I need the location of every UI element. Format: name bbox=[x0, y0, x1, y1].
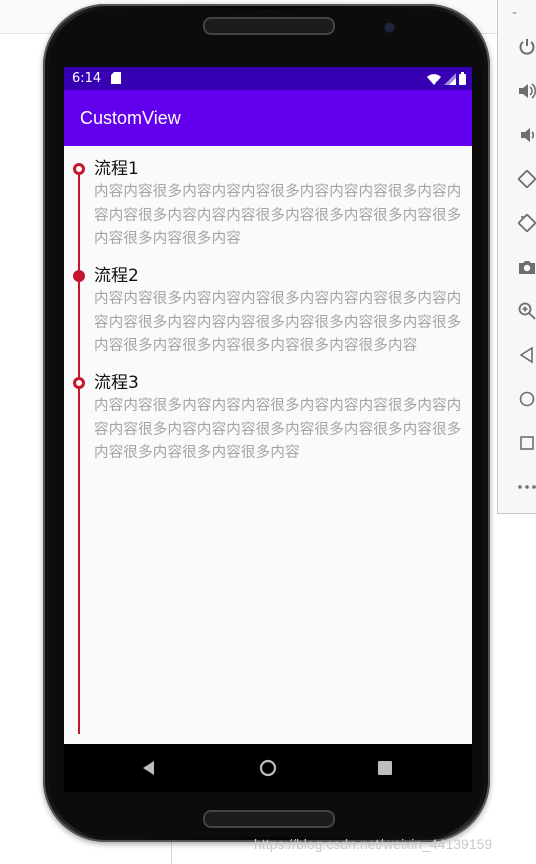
app-title: CustomView bbox=[80, 108, 181, 128]
back-triangle-icon bbox=[143, 761, 154, 775]
rotate-right-icon[interactable] bbox=[516, 212, 536, 234]
home-circle-icon bbox=[259, 759, 277, 777]
zoom-icon[interactable] bbox=[516, 300, 536, 322]
emulator-toolbar: - bbox=[497, 0, 536, 514]
wifi-icon bbox=[427, 74, 441, 85]
more-icon[interactable] bbox=[516, 476, 536, 498]
status-icons bbox=[427, 72, 466, 85]
step-content: 内容内容很多内容内容内容很多内容内容内容很多内容内容内容很多内容内容内容很多内容… bbox=[94, 291, 462, 354]
phone-screen: 6:14 CustomView 流程1 内容内容很多内容内容内容很多内容内容内容… bbox=[64, 67, 472, 744]
overview-square-icon bbox=[378, 761, 392, 775]
camera-icon[interactable] bbox=[516, 256, 536, 278]
signal-icon bbox=[444, 73, 456, 85]
sd-card-icon bbox=[111, 72, 121, 84]
battery-icon bbox=[459, 72, 466, 85]
front-camera-icon bbox=[385, 23, 394, 32]
watermark: https://blog.csdn.net/weixin_44139159 bbox=[254, 836, 493, 852]
home-icon[interactable] bbox=[516, 388, 536, 410]
status-bar: 6:14 bbox=[64, 67, 472, 90]
top-speaker bbox=[203, 17, 335, 35]
step-title: 流程2 bbox=[94, 266, 139, 286]
app-bar: CustomView bbox=[64, 90, 472, 146]
nav-home-button[interactable] bbox=[256, 756, 280, 780]
volume-up-icon[interactable] bbox=[516, 80, 536, 102]
volume-down-icon[interactable] bbox=[516, 124, 536, 146]
step-title: 流程1 bbox=[94, 159, 139, 179]
rotate-left-icon[interactable] bbox=[516, 168, 536, 190]
status-time: 6:14 bbox=[72, 71, 102, 86]
power-icon[interactable] bbox=[516, 36, 536, 58]
minimize-button[interactable]: - bbox=[512, 6, 517, 20]
editor-divider bbox=[171, 840, 172, 864]
timeline-marker-hollow bbox=[73, 377, 85, 389]
step-title: 流程3 bbox=[94, 373, 139, 393]
timeline-line bbox=[78, 171, 80, 734]
step-content: 内容内容很多内容内容内容很多内容内容内容很多内容内容内容很多内容内容内容很多内容… bbox=[94, 184, 462, 247]
timeline-marker-filled bbox=[73, 270, 85, 282]
nav-overview-button[interactable] bbox=[373, 756, 397, 780]
navigation-bar bbox=[64, 744, 472, 792]
timeline-marker-hollow bbox=[73, 163, 85, 175]
step-content: 内容内容很多内容内容内容很多内容内容内容很多内容内容内容很多内容内容内容很多内容… bbox=[94, 398, 462, 461]
overview-icon[interactable] bbox=[516, 432, 536, 454]
back-icon[interactable] bbox=[516, 344, 536, 366]
nav-back-button[interactable] bbox=[137, 756, 161, 780]
bottom-speaker bbox=[203, 810, 335, 828]
